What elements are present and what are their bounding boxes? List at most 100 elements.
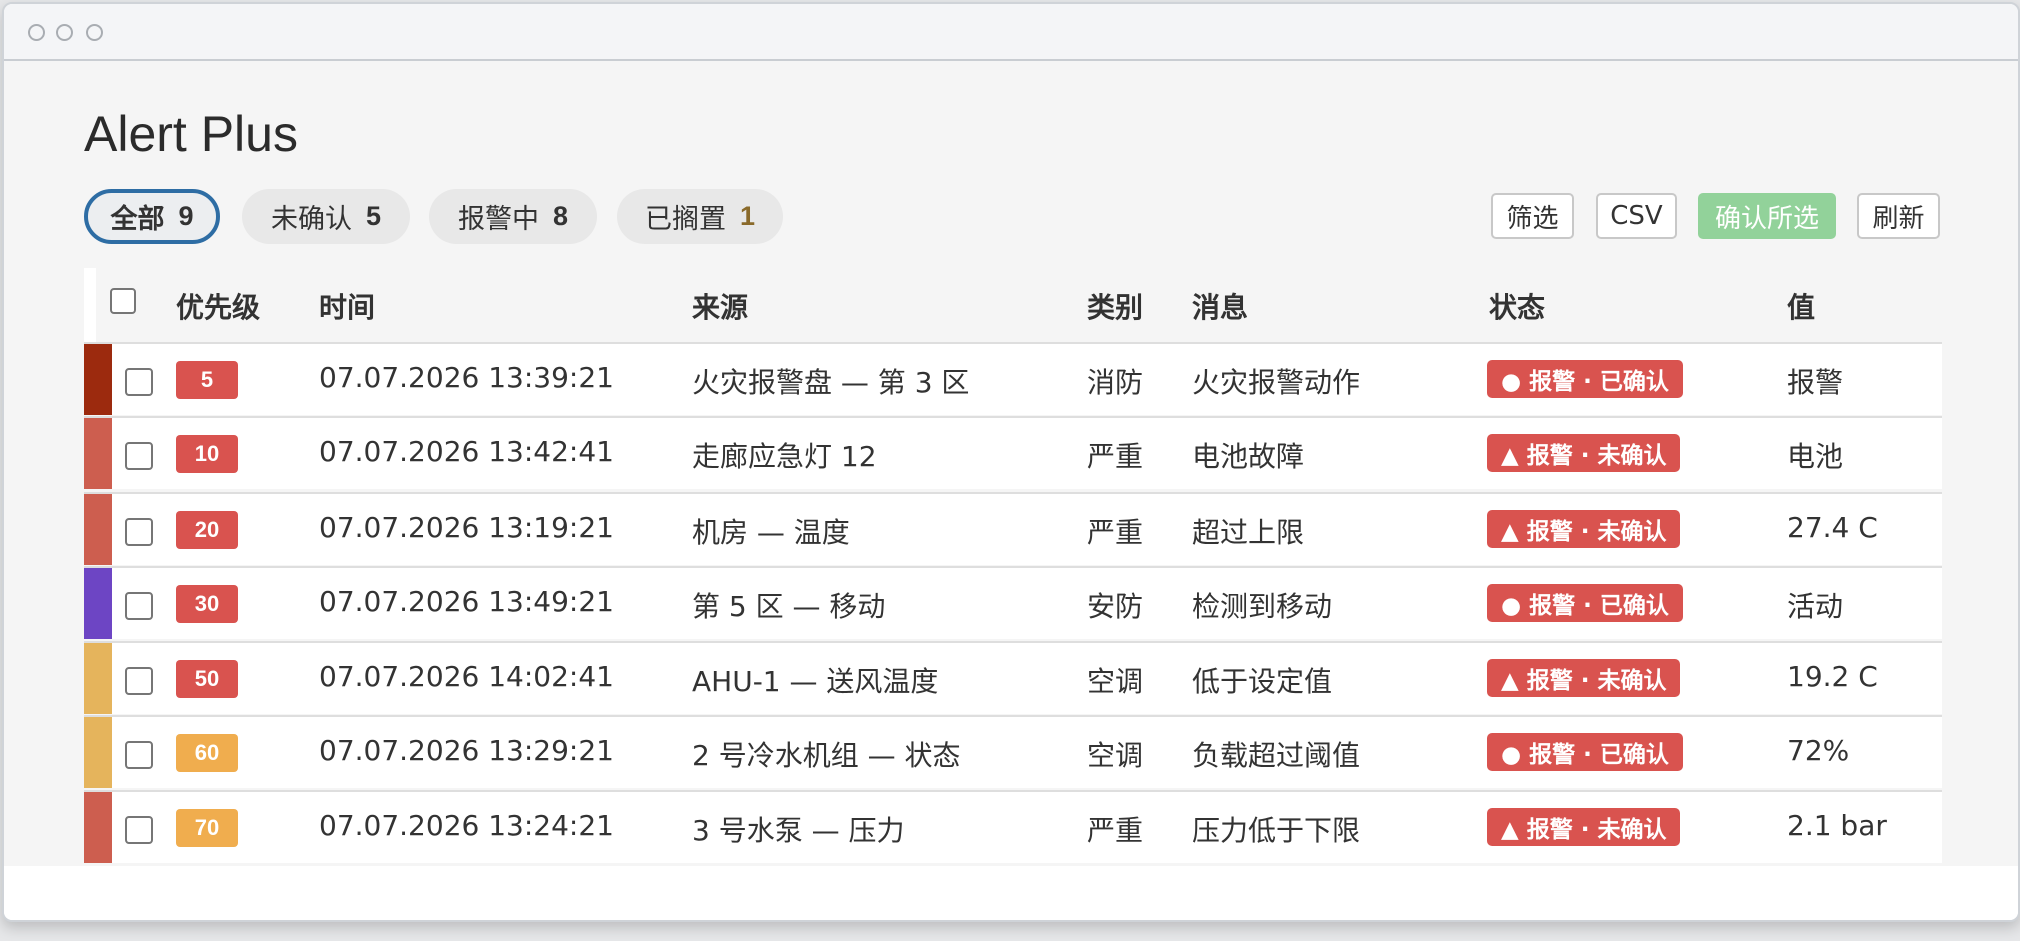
source-cell: 2 号冷水机组 — 状态 (692, 739, 961, 772)
column-header-message[interactable]: 消息 (1192, 286, 1248, 326)
status-badge: ● 报警 · 已确认 (1487, 584, 1683, 622)
column-header-priority[interactable]: 优先级 (176, 286, 260, 326)
column-header-status[interactable]: 状态 (1489, 286, 1545, 326)
filter-chip-unacknowledged[interactable]: 未确认 5 (242, 189, 410, 244)
category-cell: 安防 (1087, 590, 1144, 623)
value-cell: 19.2 C (1787, 660, 1878, 693)
table-row[interactable]: 20 07.07.2026 13:19:21 机房 — 温度 严重 超过上限 ▲ 报警 ·… (84, 492, 1942, 565)
priority-badge: 20 (176, 511, 238, 549)
severity-bar (84, 568, 112, 639)
source-cell: AHU-1 — 送风温度 (692, 665, 939, 698)
row-checkbox[interactable] (125, 368, 153, 396)
table-row[interactable]: 5 07.07.2026 13:39:21 火灾报警盘 — 第 3 区 消防 火灾报警动… (84, 342, 1942, 415)
message-cell: 电池故障 (1192, 440, 1305, 473)
filter-chip-count: 8 (552, 201, 569, 231)
value-cell: 27.4 C (1787, 511, 1878, 544)
message-cell: 低于设定值 (1192, 665, 1333, 698)
column-header-time[interactable]: 时间 (319, 286, 375, 326)
category-cell: 空调 (1087, 739, 1144, 772)
value-cell: 报警 (1787, 366, 1844, 399)
window-close-button[interactable] (28, 24, 45, 41)
source-cell: 3 号水泵 — 压力 (692, 814, 905, 847)
severity-bar (84, 717, 112, 788)
filter-chip-count: 9 (178, 201, 194, 231)
row-checkbox[interactable] (125, 816, 153, 844)
time-cell: 07.07.2026 13:24:21 (319, 809, 614, 842)
page-title: Alert Plus (84, 106, 298, 162)
time-cell: 07.07.2026 13:42:41 (319, 435, 614, 468)
priority-badge: 30 (176, 585, 238, 623)
value-cell: 2.1 bar (1787, 809, 1887, 842)
message-cell: 火灾报警动作 (1192, 366, 1361, 399)
filter-chip-shelved[interactable]: 已搁置 1 (617, 189, 783, 244)
row-checkbox[interactable] (125, 518, 153, 546)
table-row[interactable]: 10 07.07.2026 13:42:41 走廊应急灯 12 严重 电池故障 ▲ 报警 … (84, 416, 1942, 489)
row-checkbox[interactable] (125, 741, 153, 769)
message-cell: 检测到移动 (1192, 590, 1333, 623)
category-cell: 消防 (1087, 366, 1144, 399)
time-cell: 07.07.2026 13:19:21 (319, 511, 614, 544)
category-cell: 严重 (1087, 814, 1144, 847)
table-row[interactable]: 70 07.07.2026 13:24:21 3 号水泵 — 压力 严重 压力低于下限 ▲… (84, 790, 1942, 863)
value-cell: 电池 (1787, 440, 1844, 473)
status-badge: ▲ 报警 · 未确认 (1487, 808, 1681, 846)
priority-badge: 70 (176, 809, 238, 847)
priority-badge: 50 (176, 660, 238, 698)
filter-chip-label: 未确认 (270, 204, 352, 235)
row-checkbox[interactable] (125, 442, 153, 470)
status-badge: ▲ 报警 · 未确认 (1487, 434, 1681, 472)
table-row[interactable]: 50 07.07.2026 14:02:41 AHU-1 — 送风温度 空调 低于设定值… (84, 641, 1942, 714)
window-titlebar (4, 4, 2018, 61)
filter-chip-count: 1 (739, 201, 756, 231)
value-cell: 活动 (1787, 590, 1844, 623)
row-checkbox[interactable] (125, 592, 153, 620)
window-footer (4, 866, 2018, 920)
csv-export-button[interactable]: CSV (1596, 193, 1677, 239)
category-cell: 空调 (1087, 665, 1144, 698)
time-cell: 07.07.2026 14:02:41 (319, 660, 614, 693)
filter-chip-all[interactable]: 全部 9 (84, 189, 220, 244)
window-minimize-button[interactable] (56, 24, 73, 41)
confirm-selected-button[interactable]: 确认所选 (1698, 193, 1836, 239)
priority-badge: 60 (176, 734, 238, 772)
severity-bar (84, 792, 112, 863)
status-badge: ● 报警 · 已确认 (1487, 360, 1683, 398)
severity-bar (84, 494, 112, 565)
filter-button[interactable]: 筛选 (1491, 193, 1574, 239)
column-header-source[interactable]: 来源 (692, 286, 748, 326)
source-cell: 机房 — 温度 (692, 516, 850, 549)
filter-chip-label: 报警中 (457, 204, 539, 235)
table-row[interactable]: 60 07.07.2026 13:29:21 2 号冷水机组 — 状态 空调 负载超过阈… (84, 715, 1942, 788)
severity-bar (84, 344, 112, 415)
status-badge: ● 报警 · 已确认 (1487, 733, 1683, 771)
column-header-value[interactable]: 值 (1787, 286, 1815, 326)
time-cell: 07.07.2026 13:29:21 (319, 734, 614, 767)
severity-bar (84, 643, 112, 714)
row-checkbox[interactable] (125, 667, 153, 695)
refresh-button[interactable]: 刷新 (1857, 193, 1940, 239)
filter-chip-label: 已搁置 (644, 204, 726, 235)
filter-chip-alarming[interactable]: 报警中 8 (429, 189, 597, 244)
column-header-category[interactable]: 类别 (1087, 286, 1143, 326)
status-badge: ▲ 报警 · 未确认 (1487, 659, 1681, 697)
severity-bar (84, 418, 112, 489)
value-cell: 72% (1787, 734, 1850, 767)
source-cell: 第 5 区 — 移动 (692, 590, 886, 623)
time-cell: 07.07.2026 13:49:21 (319, 585, 614, 618)
window-zoom-button[interactable] (86, 24, 103, 41)
app-window: Alert Plus 全部 9 未确认 5 报警中 8 已搁置 1 筛选 CSV… (2, 2, 2020, 922)
category-cell: 严重 (1087, 516, 1144, 549)
filter-chip-label: 全部 (110, 204, 165, 235)
filter-chip-count: 5 (365, 201, 382, 231)
select-all-checkbox[interactable] (110, 288, 136, 314)
priority-badge: 5 (176, 361, 238, 399)
category-cell: 严重 (1087, 440, 1144, 473)
source-cell: 火灾报警盘 — 第 3 区 (692, 366, 970, 399)
status-badge: ▲ 报警 · 未确认 (1487, 510, 1681, 548)
table-row[interactable]: 30 07.07.2026 13:49:21 第 5 区 — 移动 安防 检测到移动 ● … (84, 566, 1942, 639)
time-cell: 07.07.2026 13:39:21 (319, 361, 614, 394)
message-cell: 负载超过阈值 (1192, 739, 1361, 772)
source-cell: 走廊应急灯 12 (692, 440, 877, 473)
message-cell: 压力低于下限 (1192, 814, 1361, 847)
table-header: 优先级 时间 来源 类别 消息 状态 值 (84, 268, 1942, 342)
